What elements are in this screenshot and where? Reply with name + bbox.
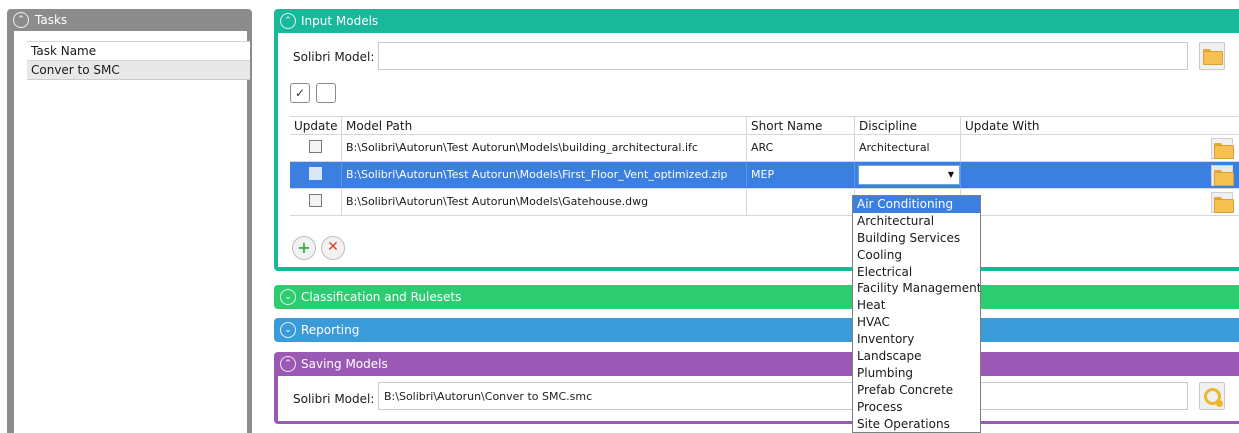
update-checkbox[interactable] bbox=[309, 194, 322, 207]
remove-model-button[interactable]: ✕ bbox=[321, 236, 345, 260]
dropdown-option-heat[interactable]: Heat bbox=[853, 297, 980, 314]
classification-section: ⌄ Classification and Rulesets bbox=[274, 285, 1239, 309]
discipline-cell[interactable]: Architectural bbox=[855, 135, 961, 161]
dropdown-option-landscape[interactable]: Landscape bbox=[853, 348, 980, 365]
saving-models-content: Solibri Model: bbox=[278, 376, 1239, 421]
chevron-up-icon[interactable]: ⌃ bbox=[280, 13, 296, 29]
model-path-cell: B:\Solibri\Autorun\Test Autorun\Models\F… bbox=[342, 162, 747, 188]
chevron-down-icon[interactable]: ⌄ bbox=[280, 289, 296, 305]
saving-models-title: Saving Models bbox=[301, 357, 388, 371]
task-table: Task Name Conver to SMC bbox=[27, 41, 250, 80]
models-table: Update Model Path Short Name Discipline … bbox=[290, 116, 1239, 216]
dropdown-option-hvac[interactable]: HVAC bbox=[853, 314, 980, 331]
uncheck-all-button[interactable] bbox=[316, 83, 336, 103]
input-models-title: Input Models bbox=[301, 14, 379, 28]
short-name-cell[interactable] bbox=[747, 189, 855, 215]
table-row[interactable]: B:\Solibri\Autorun\Test Autorun\Models\G… bbox=[290, 189, 1239, 216]
browse-update-button[interactable] bbox=[1211, 192, 1234, 213]
dropdown-option-building-services[interactable]: Building Services bbox=[853, 230, 980, 247]
reporting-section: ⌄ Reporting bbox=[274, 318, 1239, 342]
add-model-button[interactable]: + bbox=[292, 236, 316, 260]
update-cell bbox=[290, 189, 342, 215]
refresh-icon bbox=[1204, 388, 1223, 407]
browse-model-button[interactable] bbox=[1199, 42, 1225, 70]
model-path-column-header[interactable]: Model Path bbox=[342, 117, 747, 134]
table-row[interactable]: B:\Solibri\Autorun\Test Autorun\Models\F… bbox=[290, 162, 1239, 189]
update-with-cell bbox=[961, 135, 1239, 161]
discipline-combobox[interactable]: ▼ bbox=[858, 165, 960, 185]
browse-output-button[interactable] bbox=[1199, 382, 1225, 410]
dropdown-option-site-operations[interactable]: Site Operations bbox=[853, 416, 980, 432]
discipline-cell: ▼ bbox=[855, 162, 961, 188]
discipline-dropdown-list[interactable]: Air Conditioning Architectural Building … bbox=[852, 195, 981, 433]
task-row[interactable]: Conver to SMC bbox=[27, 61, 250, 80]
models-table-header: Update Model Path Short Name Discipline … bbox=[290, 116, 1239, 135]
input-models-content: Solibri Model: ✓ Update Model Path Short… bbox=[278, 33, 1239, 267]
chevron-down-icon[interactable]: ⌄ bbox=[280, 322, 296, 338]
update-with-cell bbox=[961, 189, 1239, 215]
browse-update-button[interactable] bbox=[1211, 138, 1234, 159]
saving-models-header[interactable]: ⌃ Saving Models bbox=[274, 352, 1239, 376]
saving-models-section: ⌃ Saving Models Solibri Model: bbox=[274, 352, 1239, 424]
tasks-body: Task Name Conver to SMC bbox=[14, 31, 250, 433]
output-model-input[interactable] bbox=[378, 382, 1188, 410]
tasks-title: Tasks bbox=[35, 13, 68, 27]
solibri-model-label: Solibri Model: bbox=[293, 392, 375, 406]
task-name-header[interactable]: Task Name bbox=[27, 42, 250, 61]
dropdown-option-prefab-concrete[interactable]: Prefab Concrete bbox=[853, 382, 980, 399]
dropdown-option-cooling[interactable]: Cooling bbox=[853, 247, 980, 264]
tasks-header[interactable]: ⌃ Tasks bbox=[7, 9, 252, 31]
dropdown-option-architectural[interactable]: Architectural bbox=[853, 213, 980, 230]
dropdown-option-plumbing[interactable]: Plumbing bbox=[853, 365, 980, 382]
tasks-panel: ⌃ Tasks Task Name Conver to SMC bbox=[7, 9, 252, 433]
input-models-header[interactable]: ⌃ Input Models bbox=[274, 9, 1239, 33]
folder-icon bbox=[1214, 143, 1234, 159]
classification-header[interactable]: ⌄ Classification and Rulesets bbox=[274, 285, 1239, 309]
classification-title: Classification and Rulesets bbox=[301, 290, 462, 304]
dropdown-option-facility-management[interactable]: Facility Management bbox=[853, 280, 980, 297]
update-column-header[interactable]: Update bbox=[290, 117, 342, 134]
folder-icon bbox=[1203, 49, 1223, 65]
check-all-button[interactable]: ✓ bbox=[290, 83, 310, 103]
reporting-title: Reporting bbox=[301, 323, 360, 337]
reporting-header[interactable]: ⌄ Reporting bbox=[274, 318, 1239, 342]
update-with-column-header[interactable]: Update With bbox=[961, 117, 1239, 134]
short-name-cell[interactable]: ARC bbox=[747, 135, 855, 161]
update-checkbox[interactable] bbox=[309, 167, 322, 180]
update-with-cell bbox=[961, 162, 1239, 188]
discipline-column-header[interactable]: Discipline bbox=[855, 117, 961, 134]
dropdown-option-air-conditioning[interactable]: Air Conditioning bbox=[853, 196, 980, 213]
close-icon: ✕ bbox=[327, 239, 339, 255]
dropdown-option-process[interactable]: Process bbox=[853, 399, 980, 416]
short-name-column-header[interactable]: Short Name bbox=[747, 117, 855, 134]
browse-update-button[interactable] bbox=[1211, 165, 1234, 186]
dropdown-option-inventory[interactable]: Inventory bbox=[853, 331, 980, 348]
input-models-section: ⌃ Input Models Solibri Model: ✓ Update M… bbox=[274, 9, 1239, 271]
short-name-cell[interactable]: MEP bbox=[747, 162, 855, 188]
table-row[interactable]: B:\Solibri\Autorun\Test Autorun\Models\b… bbox=[290, 135, 1239, 162]
chevron-down-icon[interactable]: ▼ bbox=[948, 168, 954, 182]
update-cell bbox=[290, 162, 342, 188]
check-all-icon: ✓ bbox=[294, 86, 306, 100]
plus-icon: + bbox=[297, 238, 311, 257]
dropdown-option-electrical[interactable]: Electrical bbox=[853, 264, 980, 281]
model-path-cell: B:\Solibri\Autorun\Test Autorun\Models\G… bbox=[342, 189, 747, 215]
chevron-up-icon[interactable]: ⌃ bbox=[280, 356, 296, 372]
chevron-up-icon[interactable]: ⌃ bbox=[13, 12, 29, 28]
update-cell bbox=[290, 135, 342, 161]
model-path-cell: B:\Solibri\Autorun\Test Autorun\Models\b… bbox=[342, 135, 747, 161]
folder-icon bbox=[1214, 170, 1234, 186]
update-checkbox[interactable] bbox=[309, 140, 322, 153]
solibri-model-input[interactable] bbox=[378, 42, 1188, 70]
solibri-model-label: Solibri Model: bbox=[293, 50, 375, 64]
folder-icon bbox=[1214, 197, 1234, 213]
